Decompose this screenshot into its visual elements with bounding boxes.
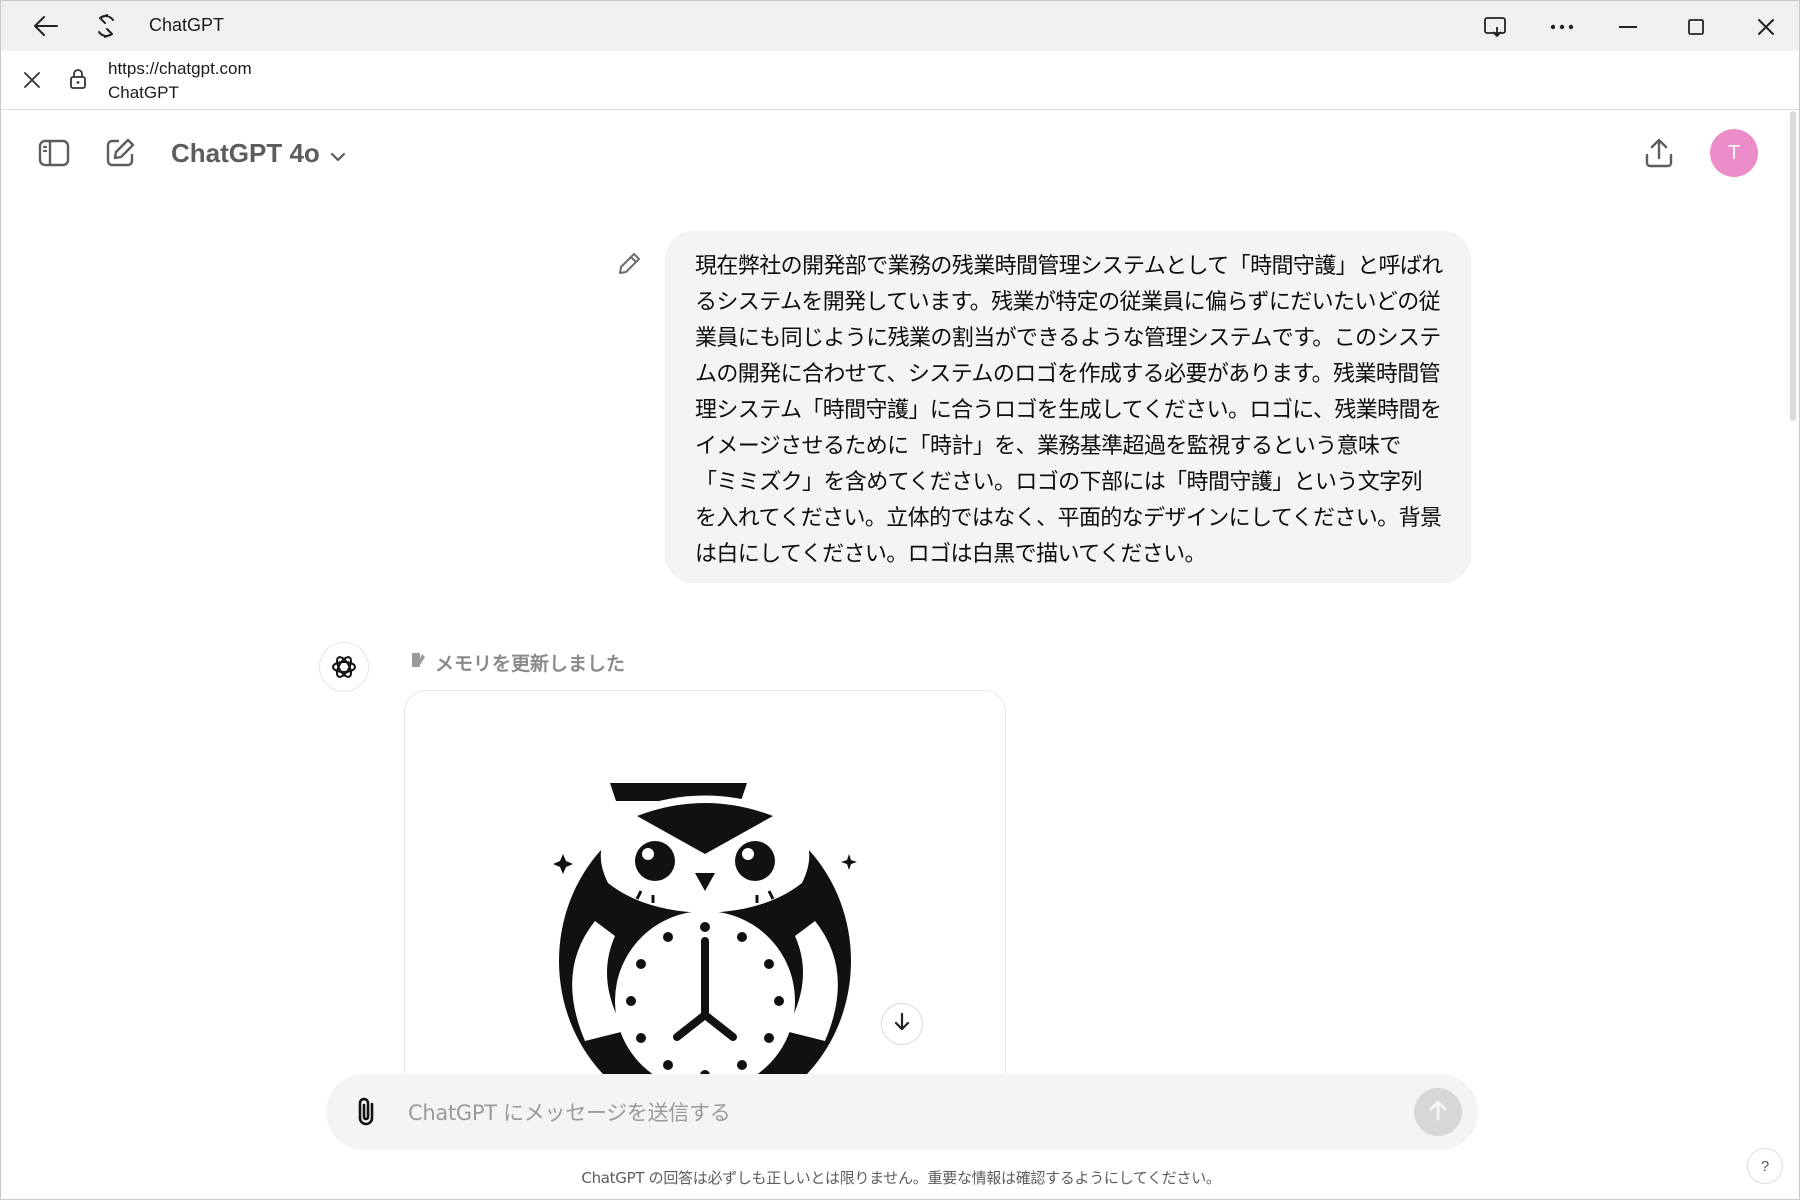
help-button[interactable]: ? [1747, 1148, 1783, 1184]
minimize-icon[interactable] [1613, 13, 1643, 41]
message-input[interactable] [406, 1092, 1310, 1134]
owl-clock-logo-image [553, 783, 857, 1111]
generated-image-card[interactable] [404, 690, 1006, 1112]
maximize-icon[interactable] [1681, 13, 1711, 41]
user-message: 現在弊社の開発部で業務の残業時間管理システムとして「時間守護」と呼ばれるシステム… [665, 231, 1471, 583]
share-icon[interactable] [1641, 135, 1677, 171]
close-tab-icon[interactable] [19, 67, 45, 93]
pencil-icon[interactable] [615, 250, 643, 278]
refresh-icon[interactable] [91, 11, 121, 41]
browser-window: ChatGPT https://chatgpt.com ChatGPT Chat… [0, 0, 1800, 1200]
memory-icon [409, 651, 427, 675]
memory-note-text: メモリを更新しました [435, 654, 626, 675]
site-name: ChatGPT [108, 83, 179, 102]
avatar[interactable]: T [1710, 129, 1758, 177]
paperclip-icon[interactable] [348, 1094, 384, 1130]
address-bar: https://chatgpt.com ChatGPT [1, 51, 1799, 110]
lock-icon [65, 65, 91, 93]
disclaimer-text: ChatGPT の回答は必ずしも正しいとは限りません。重要な情報は確認するように… [581, 1169, 1221, 1187]
window-title: ChatGPT [149, 15, 225, 35]
memory-updated-note[interactable]: メモリを更新しました [409, 649, 625, 676]
model-selector[interactable]: ChatGPT 4o [171, 138, 346, 169]
url-text[interactable]: https://chatgpt.com [108, 59, 252, 79]
close-icon[interactable] [1751, 13, 1781, 41]
scroll-to-bottom-button[interactable] [881, 1003, 923, 1045]
openai-logo-icon [319, 642, 369, 692]
new-chat-icon[interactable] [101, 135, 139, 171]
scrollbar[interactable] [1790, 111, 1796, 421]
more-horizontal-icon[interactable] [1547, 13, 1577, 41]
message-composer [326, 1074, 1478, 1150]
arrow-left-icon[interactable] [31, 13, 61, 39]
sidebar-toggle-icon[interactable] [35, 135, 73, 171]
model-name-label: ChatGPT 4o [171, 138, 320, 168]
arrow-up-icon [1427, 1098, 1449, 1127]
title-bar: ChatGPT [1, 1, 1799, 51]
send-button[interactable] [1414, 1088, 1462, 1136]
chevron-down-icon [330, 138, 346, 169]
cast-icon[interactable] [1481, 13, 1511, 41]
arrow-down-icon [893, 1012, 911, 1037]
